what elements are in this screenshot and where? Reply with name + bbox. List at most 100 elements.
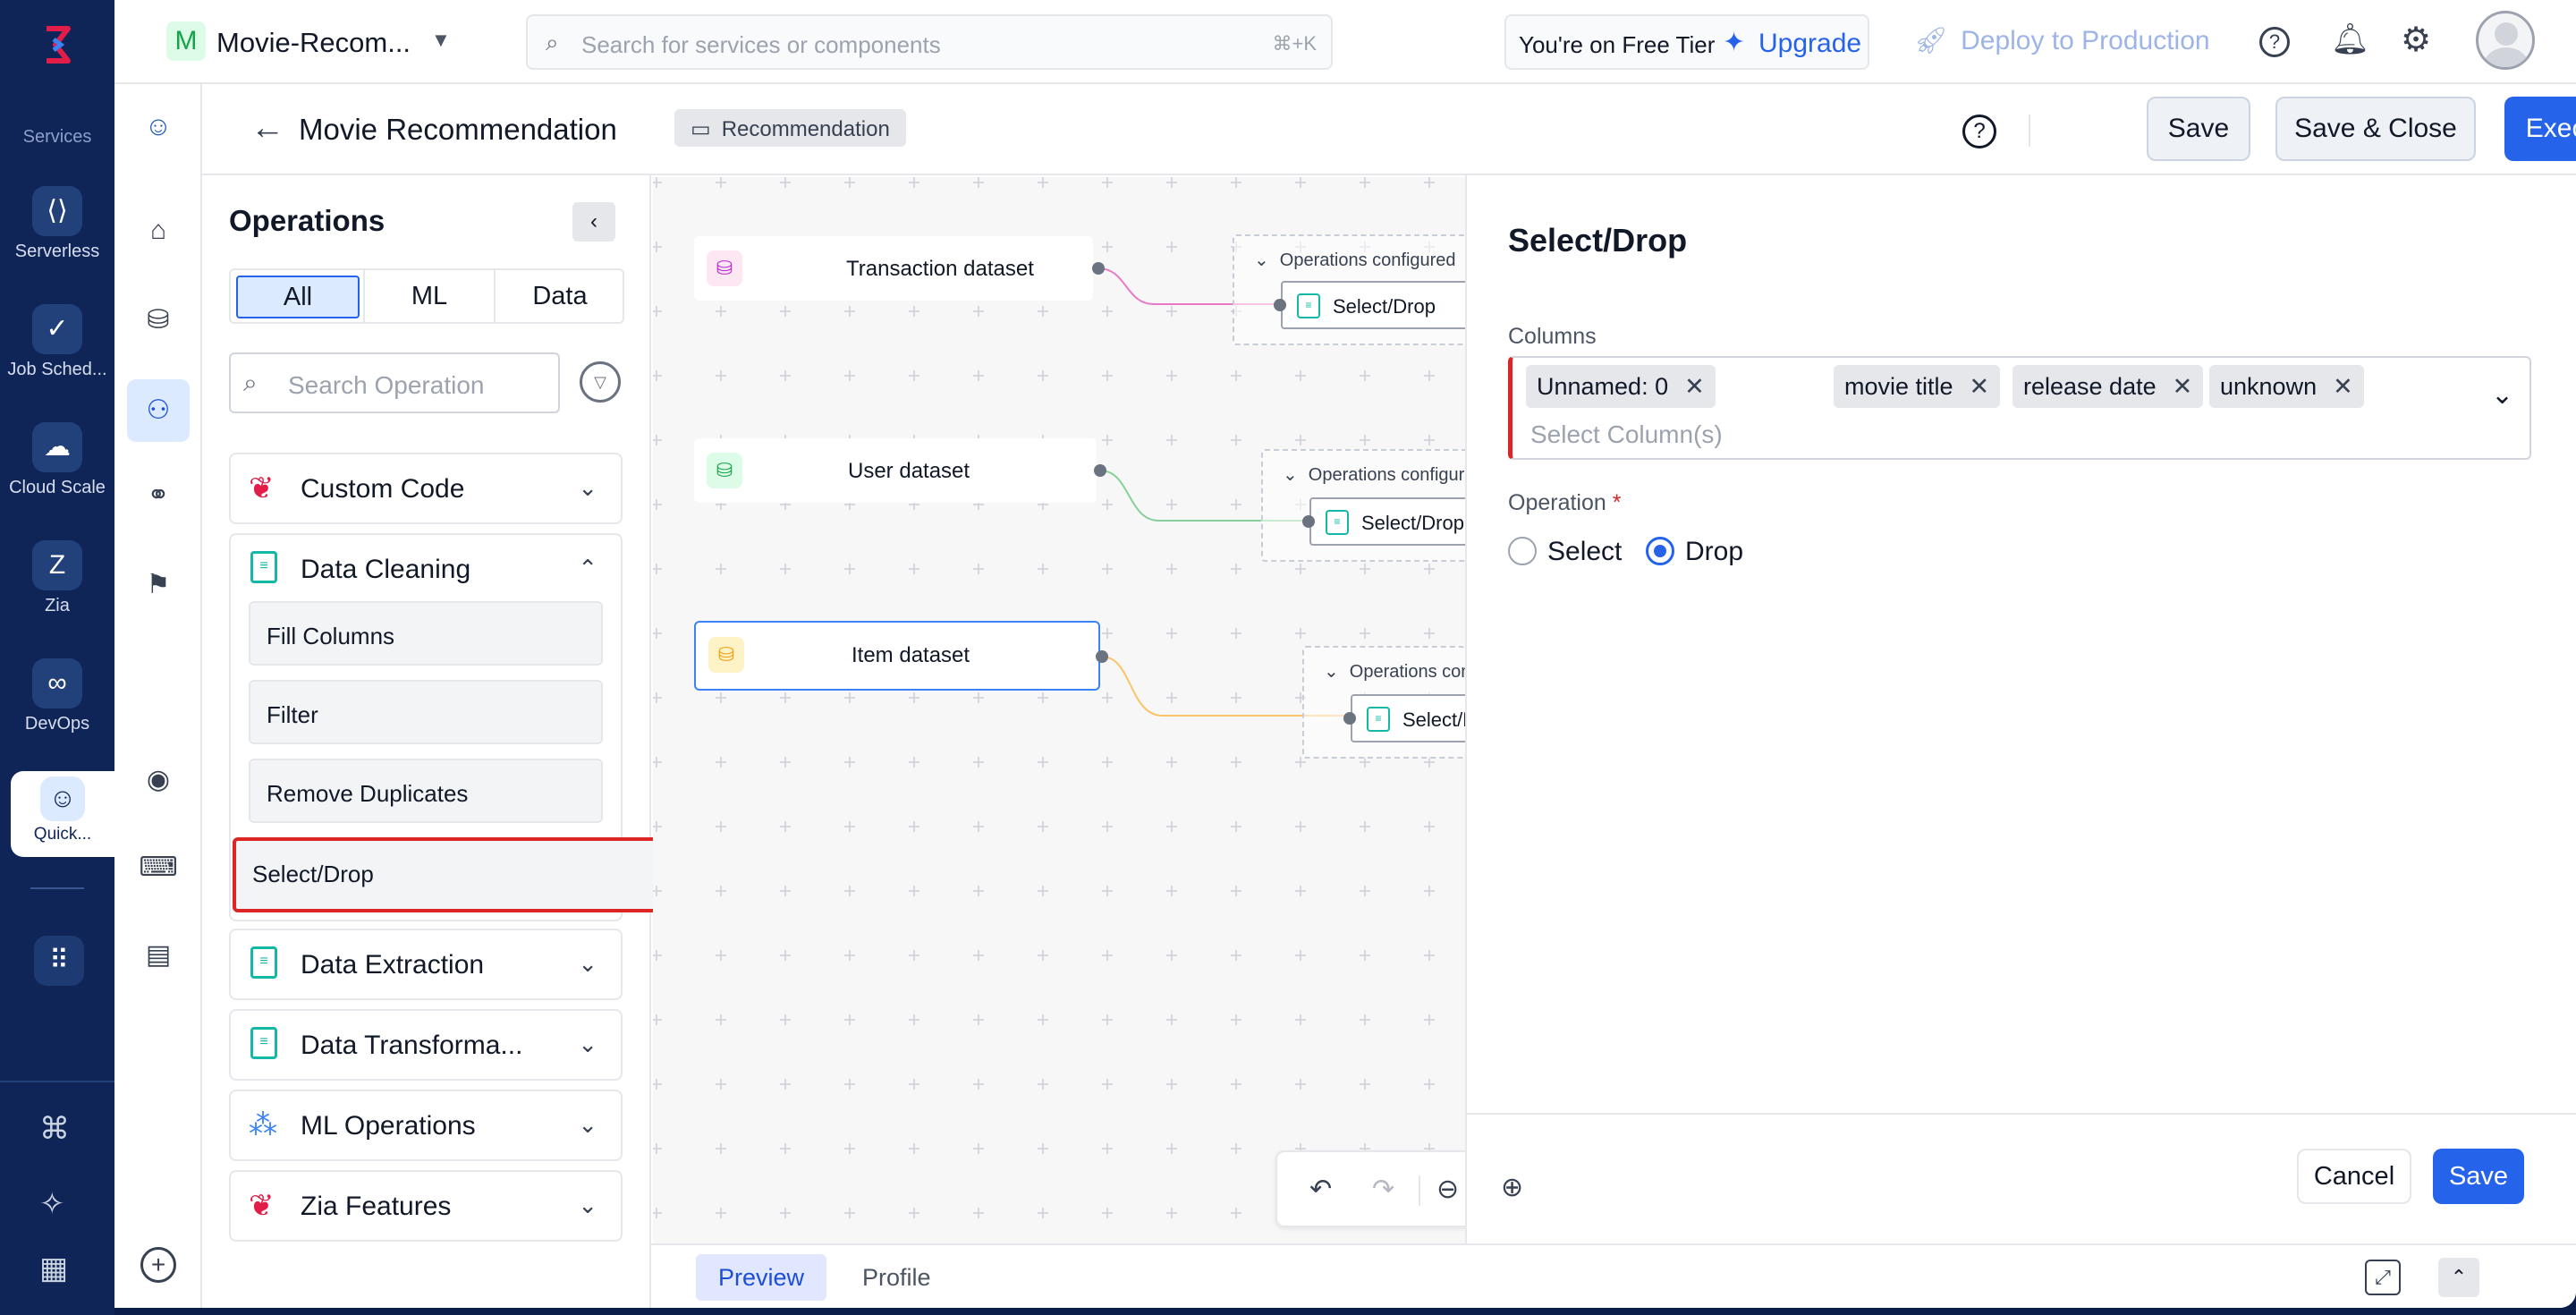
remove-chip-icon[interactable]: ✕: [2333, 373, 2353, 400]
rail-item-label: Cloud Scale: [9, 478, 106, 497]
chevron-down-icon: ⌄: [1324, 662, 1339, 682]
back-arrow-icon[interactable]: ←: [250, 109, 284, 148]
code-icon[interactable]: ⌨: [137, 846, 180, 889]
deploy-button[interactable]: 🚀︎ Deploy to Production: [1914, 25, 2210, 61]
help-icon[interactable]: ?: [1962, 115, 1996, 148]
group-zia-features[interactable]: ❦ Zia Features ⌄: [229, 1170, 623, 1242]
upgrade-link[interactable]: Upgrade: [1758, 29, 1861, 59]
rail-item-label: Job Sched...: [7, 360, 107, 379]
radio-select-input[interactable]: [1508, 537, 1537, 565]
column-chip: movie title ✕: [1834, 365, 2001, 408]
save-button[interactable]: Save: [2147, 97, 2250, 161]
chip-label: Unnamed: 0: [1537, 373, 1669, 400]
dataset-node-transaction[interactable]: ⛁ Transaction dataset: [694, 236, 1093, 301]
operation-search[interactable]: ⌕ Search Operation: [229, 352, 560, 413]
magic-wand-icon[interactable]: ✧: [39, 1186, 65, 1222]
port-dot[interactable]: [1343, 712, 1356, 725]
zoom-out-icon[interactable]: ⊖: [1436, 1174, 1459, 1205]
rail-item-job-scheduler[interactable]: ✓ Job Sched...: [0, 304, 114, 380]
group-data-transformation[interactable]: ≡ Data Transforma... ⌄: [229, 1009, 623, 1081]
tab-all[interactable]: All: [236, 276, 360, 318]
filter-dropdown-icon[interactable]: ▽: [580, 361, 621, 403]
collapse-up-button[interactable]: ⌃: [2438, 1258, 2479, 1297]
config-save-button[interactable]: Save: [2433, 1149, 2524, 1204]
bottom-bar: [651, 1243, 2576, 1308]
quickml-icon: ☺: [40, 776, 85, 821]
tab-preview[interactable]: Preview: [696, 1254, 826, 1301]
op-fill-columns[interactable]: Fill Columns: [249, 601, 603, 666]
add-icon[interactable]: +: [140, 1247, 176, 1283]
save-close-button[interactable]: Save & Close: [2275, 97, 2476, 161]
cancel-button[interactable]: Cancel: [2297, 1149, 2411, 1204]
rail-item-serverless[interactable]: ⟨⟩ Serverless: [0, 186, 114, 262]
radio-drop-input[interactable]: [1646, 537, 1674, 565]
radio-select[interactable]: Select: [1508, 535, 1633, 571]
rail-item-quickml[interactable]: ☺ Quick...: [11, 771, 114, 857]
op-node-label: Select/Drop: [1333, 295, 1436, 318]
models-icon[interactable]: ⚭: [137, 474, 180, 517]
global-search[interactable]: ⌕ Search for services or components ⌘+K: [526, 14, 1333, 70]
port-dot[interactable]: [1094, 464, 1106, 477]
gear-icon[interactable]: ⚙: [2401, 20, 2431, 60]
help-icon[interactable]: ?: [2259, 27, 2290, 57]
tab-data[interactable]: Data: [494, 270, 624, 322]
tab-profile[interactable]: Profile: [862, 1254, 931, 1301]
rail-item-devops[interactable]: ∞ DevOps: [0, 658, 114, 734]
pipeline-icon[interactable]: ⚇: [127, 379, 190, 442]
document-icon[interactable]: ▤: [137, 934, 180, 977]
execute-button[interactable]: Execute: [2504, 97, 2576, 161]
apps-grid-icon[interactable]: ⠿: [34, 936, 84, 986]
group-ml-operations[interactable]: ⁂ ML Operations ⌄: [229, 1090, 623, 1161]
catalyst-logo[interactable]: [32, 20, 82, 70]
document-icon: ≡: [250, 946, 277, 979]
project-switcher[interactable]: M Movie-Recom... ▼: [166, 18, 470, 64]
tag-icon: ▭: [691, 117, 711, 141]
remove-chip-icon[interactable]: ✕: [1970, 373, 1990, 400]
port-dot[interactable]: [1092, 262, 1105, 275]
op-node-label: Select/Drop: [1361, 512, 1464, 534]
operation-search-input: Search Operation: [288, 371, 485, 399]
dataset-node-user[interactable]: ⛁ User dataset: [694, 438, 1097, 503]
op-filter[interactable]: Filter: [249, 680, 603, 744]
home-icon[interactable]: ⌂: [137, 209, 180, 252]
port-dot[interactable]: [1096, 650, 1108, 663]
rail-item-cloud-scale[interactable]: ☁ Cloud Scale: [0, 422, 114, 498]
group-data-extraction[interactable]: ≡ Data Extraction ⌄: [229, 929, 623, 1000]
remove-chip-icon[interactable]: ✕: [1684, 373, 1705, 400]
group-label: ML Operations: [301, 1111, 476, 1141]
sparkle-icon: ✦: [1723, 28, 1746, 57]
canvas-toolbar: ↶ ↷ ⊖: [1275, 1150, 1472, 1227]
monitor-icon[interactable]: ◉: [137, 759, 180, 802]
document-icon: ≡: [1297, 293, 1320, 318]
undo-icon[interactable]: ↶: [1309, 1174, 1332, 1205]
integrations-icon[interactable]: ⌘: [39, 1111, 70, 1147]
ops-header[interactable]: ⌄ Operations configured: [1254, 249, 1456, 271]
port-dot[interactable]: [1302, 515, 1315, 528]
op-node-select-drop[interactable]: ≡ Select/Drop: [1281, 281, 1483, 329]
columns-input[interactable]: Select Column(s): [1530, 420, 1723, 449]
chevron-down-icon: ▼: [431, 29, 451, 51]
radio-drop[interactable]: Drop: [1646, 535, 1771, 571]
flag-icon[interactable]: ⚑: [137, 564, 180, 607]
op-remove-duplicates[interactable]: Remove Duplicates: [249, 759, 603, 823]
quickml-logo-icon[interactable]: ☺: [137, 106, 180, 148]
ops-header[interactable]: ⌄ Operations configured: [1283, 463, 1485, 486]
group-label: Data Extraction: [301, 950, 485, 980]
collapse-panel-button[interactable]: ‹: [572, 202, 615, 242]
expand-icon[interactable]: ⤢: [2365, 1260, 2401, 1295]
rail-item-zia[interactable]: Z Zia: [0, 540, 114, 616]
avatar[interactable]: [2476, 11, 2535, 70]
remove-chip-icon[interactable]: ✕: [2173, 373, 2193, 400]
add-widget-icon[interactable]: ▦: [39, 1251, 68, 1286]
redo-icon[interactable]: ↷: [1372, 1174, 1394, 1205]
port-dot[interactable]: [1274, 299, 1286, 311]
group-data-cleaning-header[interactable]: ≡ Data Cleaning ⌃: [231, 535, 621, 607]
zoom-in-icon[interactable]: ⊕: [1501, 1172, 1523, 1203]
chip-label: release date: [2023, 373, 2157, 400]
database-icon[interactable]: ⛁: [137, 299, 180, 342]
tab-ml[interactable]: ML: [363, 270, 494, 322]
bell-icon[interactable]: 🔔︎: [2331, 21, 2369, 57]
dataset-node-item[interactable]: ⛁ Item dataset: [694, 621, 1100, 691]
group-custom-code[interactable]: ❦ Custom Code ⌄: [229, 453, 623, 524]
chevron-down-icon: ⌄: [578, 474, 597, 501]
